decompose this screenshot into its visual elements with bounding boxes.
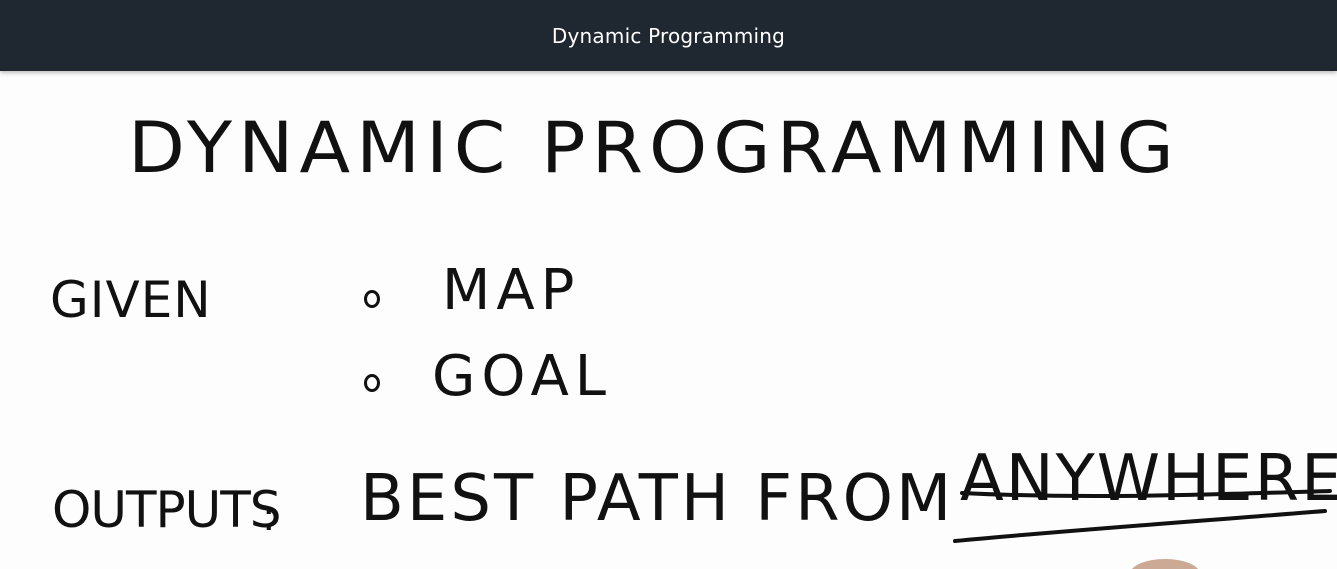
underline-stroke-1 <box>960 489 1332 499</box>
underline-stroke-2 <box>953 509 1327 543</box>
emphasis-underline <box>953 489 1332 543</box>
video-title: Dynamic Programming <box>551 23 786 48</box>
video-header: Dynamic Programming <box>0 0 1337 71</box>
whiteboard: DYNAMIC PROGRAMMING GIVEN MAP GOAL OUTPU… <box>0 71 1337 569</box>
